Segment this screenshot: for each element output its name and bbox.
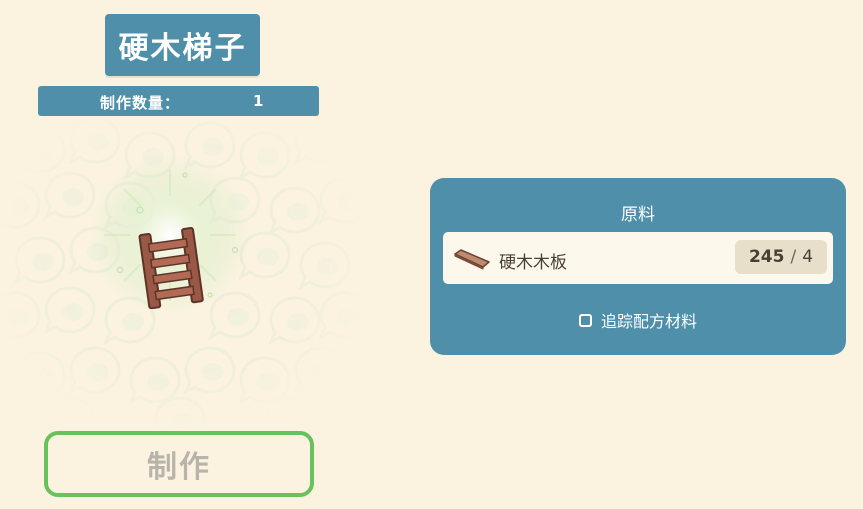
wooden-ladder-icon: [138, 226, 204, 309]
craft-button[interactable]: 制作: [44, 431, 314, 497]
materials-panel: 原料 硬木木板 245 / 4 追踪配方材料: [430, 178, 846, 355]
recipe-preview-panel: 硬木梯子 制作数量： 1 制作: [0, 0, 360, 509]
track-label: 追踪配方材料: [600, 312, 697, 331]
quantity-bar: 制作数量： 1: [38, 86, 319, 116]
material-count-separator: /: [790, 247, 797, 267]
track-checkbox[interactable]: [578, 313, 592, 327]
quantity-label: 制作数量：: [100, 94, 181, 112]
materials-header: 原料: [621, 205, 655, 225]
material-count: 245 / 4: [735, 240, 827, 274]
material-row[interactable]: 硬木木板 245 / 4: [443, 232, 833, 284]
hardwood-plank-icon: [454, 249, 490, 270]
material-have-count: 245: [748, 247, 785, 267]
track-materials-toggle[interactable]: 追踪配方材料: [430, 308, 846, 332]
material-need-count: 4: [802, 247, 814, 267]
recipe-title: 硬木梯子: [105, 14, 260, 76]
material-name: 硬木木板: [499, 253, 567, 273]
quantity-value: 1: [253, 92, 264, 110]
